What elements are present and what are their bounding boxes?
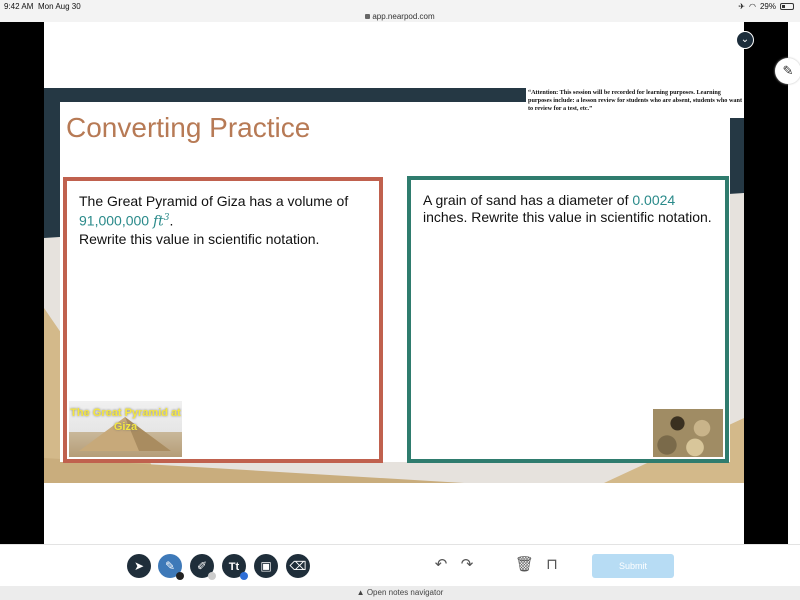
pyramid-question-card: The Great Pyramid of Giza has a volume o…	[63, 177, 383, 463]
drawing-toolbar: ➤ ✎ ✐ Tt ▣ ⌫ ↶ ↷ 🗑 ⊓ Submit	[0, 544, 800, 586]
pyramid-question-line3: Rewrite this value in scientific notatio…	[79, 230, 320, 247]
sand-question-prefix: A grain of sand has a diameter of	[423, 192, 633, 208]
airplane-icon: ✈	[738, 2, 745, 11]
pyramid-image: The Great Pyramid at Giza	[69, 401, 182, 457]
chevron-down-icon[interactable]: ⌄	[736, 31, 754, 49]
presentation-area: “Attention: This session will be recorde…	[0, 22, 800, 544]
letterbox-right	[744, 22, 788, 544]
text-color-swatch[interactable]	[240, 572, 248, 580]
sand-question-text: A grain of sand has a diameter of 0.0024…	[423, 192, 713, 226]
image-icon[interactable]: ▣	[254, 554, 278, 578]
eraser-icon[interactable]: ⌫	[286, 554, 310, 578]
status-date: Mon Aug 30	[38, 2, 81, 11]
sand-question-suffix: inches. Rewrite this value in scientific…	[423, 209, 712, 225]
notes-icon[interactable]: ✎	[775, 58, 800, 84]
unlock-icon[interactable]: ⊓	[543, 556, 561, 574]
url-text: app.nearpod.com	[372, 12, 435, 21]
redo-icon[interactable]: ↷	[458, 556, 476, 574]
status-bar: 9:42 AM Mon Aug 30 ✈ ◠ 29% app.nearpod.c…	[0, 0, 800, 22]
side-rail	[788, 22, 800, 544]
submit-button[interactable]: Submit	[592, 554, 674, 578]
pen-icon[interactable]: ✎	[158, 554, 184, 580]
address-bar[interactable]: app.nearpod.com	[0, 12, 800, 21]
undo-icon[interactable]: ↶	[432, 556, 450, 574]
highlighter-icon[interactable]: ✐	[190, 554, 216, 580]
sand-question-card: A grain of sand has a diameter of 0.0024…	[407, 176, 729, 463]
pyramid-question-text: The Great Pyramid of Giza has a volume o…	[79, 193, 367, 248]
pyramid-image-caption: The Great Pyramid at Giza	[70, 407, 181, 433]
recording-notice: “Attention: This session will be recorde…	[526, 88, 744, 118]
sand-diameter-value: 0.0024	[632, 192, 676, 208]
lock-icon	[365, 14, 371, 19]
pyramid-volume-unit: ft	[152, 213, 164, 230]
text-tool-label: Tt	[228, 561, 240, 573]
caret-up-icon: ▲	[356, 588, 365, 597]
highlighter-color-swatch[interactable]	[208, 572, 216, 580]
slide-title: Converting Practice	[66, 112, 311, 143]
notes-navigator-label: Open notes navigator	[366, 588, 444, 597]
pyramid-volume-value: 91,000,000	[79, 212, 150, 229]
notes-navigator-toggle[interactable]: ▲ Open notes navigator	[0, 586, 800, 600]
battery-percent: 29%	[759, 2, 776, 11]
trash-icon[interactable]: 🗑	[515, 556, 534, 574]
pyramid-period: .	[169, 212, 174, 229]
status-time: 9:42 AM	[4, 2, 34, 11]
slide: “Attention: This session will be recorde…	[44, 88, 744, 483]
pyramid-question-line1: The Great Pyramid of Giza has a volume o…	[79, 193, 349, 209]
sand-grain-image	[653, 409, 723, 457]
pointer-icon[interactable]: ➤	[127, 554, 151, 578]
letterbox-left	[0, 22, 44, 544]
wifi-icon: ◠	[749, 2, 756, 11]
pen-color-swatch[interactable]	[176, 572, 184, 580]
status-indicators: ✈ ◠ 29%	[738, 2, 794, 11]
text-icon[interactable]: Tt	[222, 554, 248, 580]
battery-icon	[780, 3, 794, 10]
